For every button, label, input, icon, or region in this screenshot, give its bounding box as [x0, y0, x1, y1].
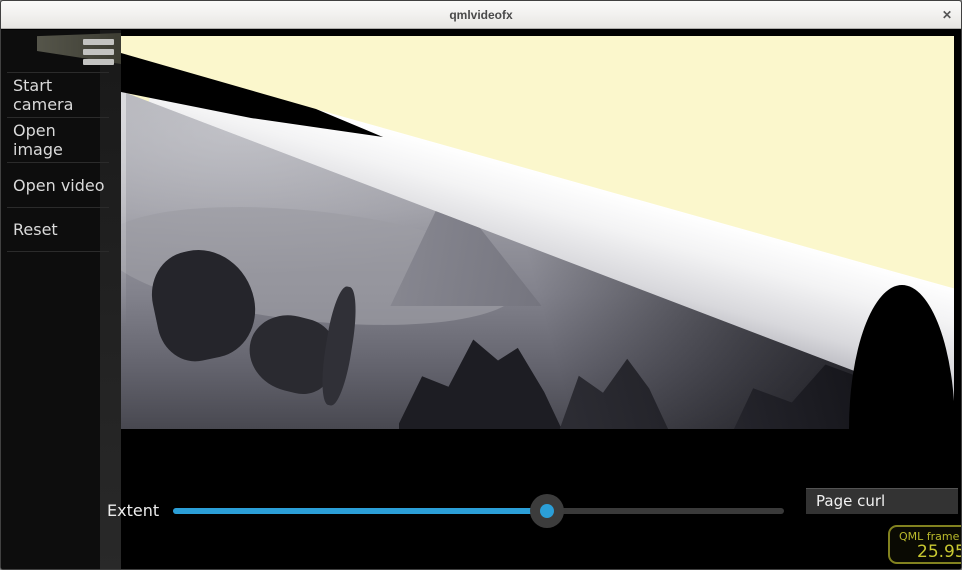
extent-slider-fill [173, 508, 547, 514]
sidebar-menu: Start camera Open image Open video Reset [7, 72, 109, 252]
sidebar-item-open-video[interactable]: Open video [7, 162, 109, 207]
app-window: qmlvideofx ✕ Start camera Open image Ope… [0, 0, 962, 570]
title-bar: qmlvideofx ✕ [1, 1, 961, 29]
extent-slider-label: Extent [107, 501, 159, 520]
extent-slider-handle[interactable] [530, 494, 564, 528]
sidebar-item-start-camera[interactable]: Start camera [7, 72, 109, 117]
sidebar-item-label: Reset [13, 220, 58, 239]
sidebar-item-open-image[interactable]: Open image [7, 117, 109, 162]
sidebar-item-reset[interactable]: Reset [7, 207, 109, 252]
window-title: qmlvideofx [1, 1, 961, 29]
hamburger-icon[interactable] [83, 39, 114, 69]
fps-badge: QML frame r... 25.95 [888, 525, 962, 564]
fps-value: 25.95 [917, 542, 962, 562]
sidebar: Start camera Open image Open video Reset [1, 30, 121, 570]
effect-selector-button[interactable]: Page curl [806, 488, 958, 514]
sidebar-item-label: Open image [13, 121, 109, 159]
sidebar-item-label: Open video [13, 176, 105, 195]
close-icon[interactable]: ✕ [942, 1, 952, 29]
sidebar-item-label: Start camera [13, 76, 109, 114]
